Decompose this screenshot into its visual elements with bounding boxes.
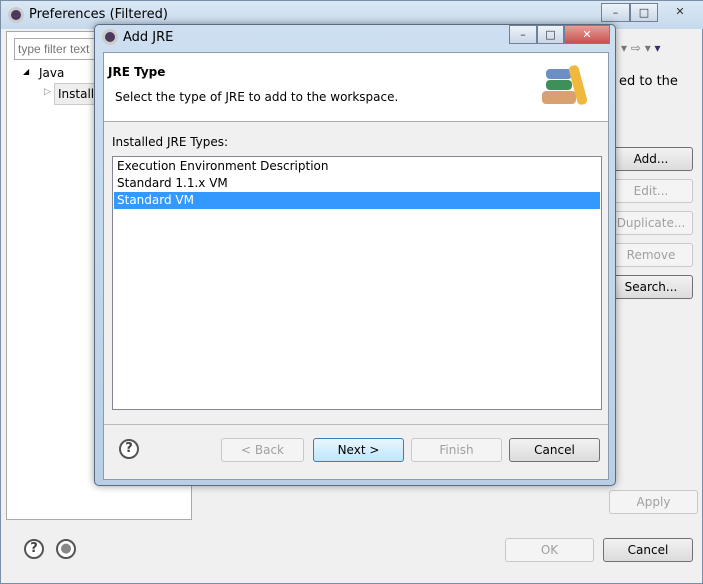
dialog-close-button[interactable]: ✕ [564, 25, 610, 44]
dialog-cancel-button[interactable]: Cancel [509, 438, 600, 462]
back-button[interactable]: < Back [221, 438, 304, 462]
header-description: Select the type of JRE to add to the wor… [115, 90, 399, 104]
cancel-button[interactable]: Cancel [603, 538, 693, 562]
dialog-title: Add JRE [123, 30, 174, 45]
ok-button[interactable]: OK [505, 538, 594, 562]
list-label: Installed JRE Types: [112, 135, 229, 149]
expand-icon[interactable]: ◢ [23, 67, 29, 76]
remove-button[interactable]: Remove [609, 243, 693, 267]
tree-item-java[interactable]: Java [39, 66, 64, 80]
apply-button[interactable]: Apply [609, 490, 698, 514]
books-icon [540, 63, 596, 109]
collapse-icon[interactable]: ▷ [44, 87, 51, 97]
edit-button[interactable]: Edit... [609, 179, 693, 203]
duplicate-button[interactable]: Duplicate... [609, 211, 693, 235]
header-title: JRE Type [108, 65, 166, 79]
record-icon[interactable]: ● [56, 539, 76, 559]
window-title: Preferences (Filtered) [29, 7, 168, 22]
jre-type-list[interactable]: Execution Environment Description Standa… [112, 156, 602, 410]
list-item-selected[interactable]: Standard VM [114, 192, 600, 209]
separator [104, 424, 608, 425]
dialog-body: JRE Type Select the type of JRE to add t… [103, 52, 609, 480]
close-button[interactable]: ✕ [658, 3, 702, 22]
list-item[interactable]: Execution Environment Description [114, 158, 600, 175]
add-button[interactable]: Add... [609, 147, 693, 171]
finish-button[interactable]: Finish [411, 438, 502, 462]
page-description: ed to the [619, 74, 678, 89]
dialog-minimize-button[interactable]: – [509, 25, 537, 44]
dialog-header: JRE Type Select the type of JRE to add t… [104, 53, 608, 122]
next-button[interactable]: Next > [313, 438, 404, 462]
add-jre-dialog: Add JRE – □ ✕ JRE Type Select the type o… [94, 24, 616, 486]
eclipse-icon [102, 29, 118, 45]
help-icon[interactable]: ? [119, 439, 139, 459]
maximize-button[interactable]: □ [630, 3, 658, 22]
nav-arrows-icon[interactable]: ▾ ⇨ ▾ ▾ [621, 41, 661, 55]
help-icon[interactable]: ? [24, 539, 44, 559]
list-item[interactable]: Standard 1.1.x VM [114, 175, 600, 192]
search-button[interactable]: Search... [609, 275, 693, 299]
dialog-maximize-button[interactable]: □ [537, 25, 564, 44]
minimize-button[interactable]: – [601, 3, 630, 22]
eclipse-icon [8, 7, 24, 23]
